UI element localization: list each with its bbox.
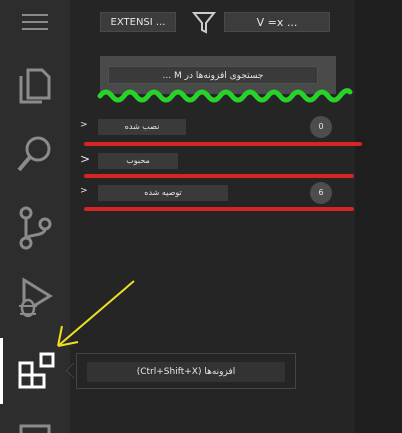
section-recommended[interactable]: > توصیه شده 6 [70,182,355,204]
view-title: EXTENSI ... [100,12,176,32]
red-underline-annotation [84,207,354,211]
panel-icon [19,424,51,433]
count-badge: 6 [310,182,332,204]
green-underline-annotation [97,88,353,103]
section-label: محبوب [98,153,178,169]
search-input[interactable]: جستجوی افزونه‌ها در M ... [108,66,318,84]
menu-icon [22,14,48,30]
explorer-button[interactable] [0,54,70,114]
editor-area [355,0,402,433]
red-underline-annotation [84,142,362,146]
chevron-right-icon: > [80,120,88,130]
extensions-icon [18,352,54,389]
extensions-tooltip: افزونه‌ها (Ctrl+Shift+X) [76,353,296,389]
count-badge: 0 [310,116,332,138]
search-button[interactable] [0,124,70,184]
yellow-arrow-annotation [57,280,135,347]
tooltip-text: افزونه‌ها (Ctrl+Shift+X) [87,362,285,382]
section-label: نصب شده [98,119,186,135]
chevron-right-icon: > [80,186,88,196]
files-icon [19,68,51,104]
filter-button[interactable] [191,10,217,34]
activity-bar [0,0,70,433]
sort-dropdown[interactable]: V =x ... [224,12,330,32]
section-installed[interactable]: > نصب شده 0 [70,116,355,138]
search-icon [17,136,51,172]
red-underline-annotation [84,174,354,178]
section-popular[interactable]: > محبوب [70,150,355,172]
run-debug-icon [19,277,53,318]
filter-icon [191,12,217,34]
menu-button[interactable] [0,0,70,44]
chevron-right-icon: > [80,152,91,166]
section-label: توصیه شده [98,185,228,201]
panel-button[interactable] [0,414,70,433]
source-control-icon [19,206,52,250]
source-control-button[interactable] [0,198,70,258]
